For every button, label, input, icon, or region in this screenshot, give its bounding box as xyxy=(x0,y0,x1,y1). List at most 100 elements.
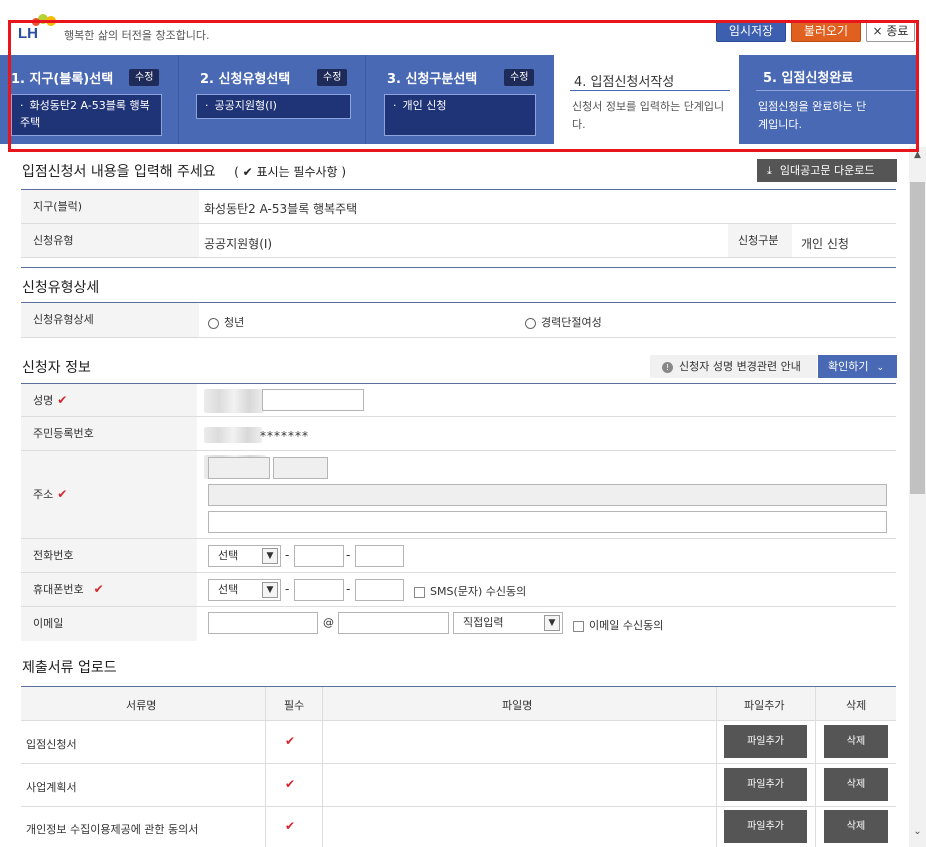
mobile-label: 휴대폰번호 ✔ xyxy=(21,573,197,606)
close-button[interactable]: × 종료 xyxy=(866,20,915,42)
required-check-icon: ✔ xyxy=(57,393,68,407)
table-row: 개인정보 수집이용제공에 관한 동의서 ✔ 파일추가 삭제 xyxy=(21,807,896,847)
confirm-button[interactable]: 확인하기 ⌄ xyxy=(818,355,897,378)
step-3: 3. 신청구분선택 수정 개인 신청 xyxy=(366,55,552,144)
required-check-icon: ✔ xyxy=(285,734,296,748)
delete-button[interactable]: 삭제 xyxy=(824,768,888,801)
email-consent-checkbox[interactable]: 이메일 수신동의 xyxy=(573,617,663,633)
mobile-last-field[interactable] xyxy=(355,579,404,601)
dash: - xyxy=(285,548,290,562)
category-value: 개인 신청 xyxy=(801,237,849,251)
phone-middle-field[interactable] xyxy=(294,545,344,567)
summary-row-type: 신청유형 공공지원형(Ⅰ) 신청구분 개인 신청 xyxy=(21,224,896,258)
zipcode-field[interactable] xyxy=(208,457,270,479)
sms-consent-checkbox[interactable]: SMS(문자) 수신동의 xyxy=(414,583,526,599)
section-divider xyxy=(21,267,896,268)
district-value: 화성동탄2 A-53블록 행복주택 xyxy=(204,202,358,216)
row-rrn: 주민등록번호 ******* xyxy=(21,417,896,451)
checkbox-icon xyxy=(573,620,584,632)
add-file-button[interactable]: 파일추가 xyxy=(724,768,807,801)
phone-prefix-select[interactable]: 선택 ▼ xyxy=(208,545,281,567)
required-check-icon: ✔ xyxy=(285,819,296,833)
radio-career-break-women[interactable]: 경력단절여성 xyxy=(525,314,602,330)
add-file-button[interactable]: 파일추가 xyxy=(724,810,807,843)
application-page: LH 행복한 삶의 터전을 창조합니다. 임시저장 불러오기 × 종료 1. 지… xyxy=(0,0,926,847)
address-line-1[interactable] xyxy=(208,484,887,506)
table-row: 입점신청서 ✔ 파일추가 삭제 xyxy=(21,721,896,764)
scrollbar-thumb[interactable] xyxy=(910,182,925,494)
step-2-label: 2. 신청유형선택 xyxy=(200,72,291,87)
radio-button-icon xyxy=(208,317,219,329)
dash: - xyxy=(285,582,290,596)
col-header-delete: 삭제 xyxy=(846,699,867,712)
slogan: 행복한 삶의 터전을 창조합니다. xyxy=(64,29,210,42)
name-field[interactable] xyxy=(262,389,364,411)
rrn-mask: ******* xyxy=(260,429,309,443)
zipcode-search-field[interactable] xyxy=(273,457,328,479)
step-4-underline xyxy=(570,90,730,91)
step-4-label: 4. 입점신청서작성 xyxy=(574,75,675,90)
type-label: 신청유형 xyxy=(21,224,199,257)
step-1-label: 1. 지구(블록)선택 xyxy=(11,72,114,87)
checkbox-icon xyxy=(414,586,425,598)
chevron-down-icon: ▼ xyxy=(544,615,560,631)
col-header-doc-name: 서류명 xyxy=(126,699,157,712)
download-notice-button[interactable]: ⤓ 임대공고문 다운로드 xyxy=(757,159,897,182)
step-2-edit-button[interactable]: 수정 xyxy=(317,69,348,86)
step-1-edit-button[interactable]: 수정 xyxy=(129,69,160,86)
doc-name: 입점신청서 xyxy=(26,738,77,751)
row-name: 성명 ✔ xyxy=(21,384,896,417)
email-domain-select[interactable]: 직접입력 ▼ xyxy=(453,612,563,634)
category-label: 신청구분 xyxy=(728,224,792,257)
temp-save-button[interactable]: 임시저장 xyxy=(716,20,786,42)
type-detail-label: 신청유형상세 xyxy=(21,303,199,337)
step-progress-bar: 1. 지구(블록)선택 수정 화성동탄2 A-53블록 행복주택 2. 신청유형… xyxy=(0,55,916,144)
mobile-middle-field[interactable] xyxy=(294,579,344,601)
type-detail-table: 신청유형상세 청년 경력단절여성 xyxy=(21,302,896,338)
chevron-down-icon: ▼ xyxy=(262,582,278,598)
documents-title: 제출서류 업로드 xyxy=(22,660,117,676)
step-2: 2. 신청유형선택 수정 공공지원형(Ⅰ) xyxy=(179,55,365,144)
step-5-description: 입점신청을 완료하는 단계입니다. xyxy=(758,100,867,131)
required-check-icon: ✔ xyxy=(285,777,296,791)
row-phone: 전화번호 선택 ▼ - - xyxy=(21,539,896,573)
doc-name: 개인정보 수집이용제공에 관한 동의서 xyxy=(26,823,199,836)
email-domain-field[interactable] xyxy=(338,612,449,634)
step-4-active: 4. 입점신청서작성 신청서 정보를 입력하는 단계입니다. xyxy=(554,55,739,144)
documents-header-row: 서류명 필수 파일명 파일추가 삭제 xyxy=(21,687,896,721)
email-id-field[interactable] xyxy=(208,612,318,634)
required-check-icon: ✔ xyxy=(57,487,68,501)
delete-button[interactable]: 삭제 xyxy=(824,810,888,843)
logo-text: LH xyxy=(18,25,38,42)
lh-logo: LH xyxy=(18,14,60,42)
address-line-2[interactable] xyxy=(208,511,887,533)
applicant-table: 성명 ✔ 주민등록번호 ******* 주소 ✔ 전화번호 선택 ▼ - - 휴대폰번… xyxy=(21,383,896,641)
required-check-icon: ✔ xyxy=(93,582,104,596)
email-label: 이메일 xyxy=(21,607,197,641)
dash: - xyxy=(346,582,351,596)
step-5-underline xyxy=(756,90,916,91)
info-icon: ! xyxy=(662,362,673,373)
scroll-down-icon[interactable]: ⌄ xyxy=(910,826,925,840)
scroll-up-icon[interactable]: ▲ xyxy=(910,150,925,164)
add-file-button[interactable]: 파일추가 xyxy=(724,725,807,758)
step-4-description: 신청서 정보를 입력하는 단계입니다. xyxy=(572,100,725,131)
name-change-notice[interactable]: ! 신청자 성명 변경관련 안내 xyxy=(650,355,817,378)
col-header-file-name: 파일명 xyxy=(502,699,533,712)
phone-last-field[interactable] xyxy=(355,545,404,567)
applicant-title: 신청자 정보 xyxy=(22,360,91,376)
dash: - xyxy=(346,548,351,562)
step-3-edit-button[interactable]: 수정 xyxy=(504,69,535,86)
mobile-prefix-select[interactable]: 선택 ▼ xyxy=(208,579,281,601)
row-mobile: 휴대폰번호 ✔ 선택 ▼ - - SMS(문자) 수신동의 xyxy=(21,573,896,607)
delete-button[interactable]: 삭제 xyxy=(824,725,888,758)
load-button[interactable]: 불러오기 xyxy=(791,20,861,42)
name-redacted xyxy=(204,389,264,413)
documents-table: 서류명 필수 파일명 파일추가 삭제 입점신청서 ✔ 파일추가 삭제 사업계획서… xyxy=(21,686,896,847)
required-note: ( ✔ 표시는 필수사항 ) xyxy=(234,165,347,179)
radio-youth[interactable]: 청년 xyxy=(208,314,244,330)
chevron-down-icon: ⌄ xyxy=(876,363,885,373)
col-header-required: 필수 xyxy=(284,699,305,712)
active-step-pointer xyxy=(640,143,656,151)
type-detail-row: 신청유형상세 청년 경력단절여성 xyxy=(21,303,896,338)
